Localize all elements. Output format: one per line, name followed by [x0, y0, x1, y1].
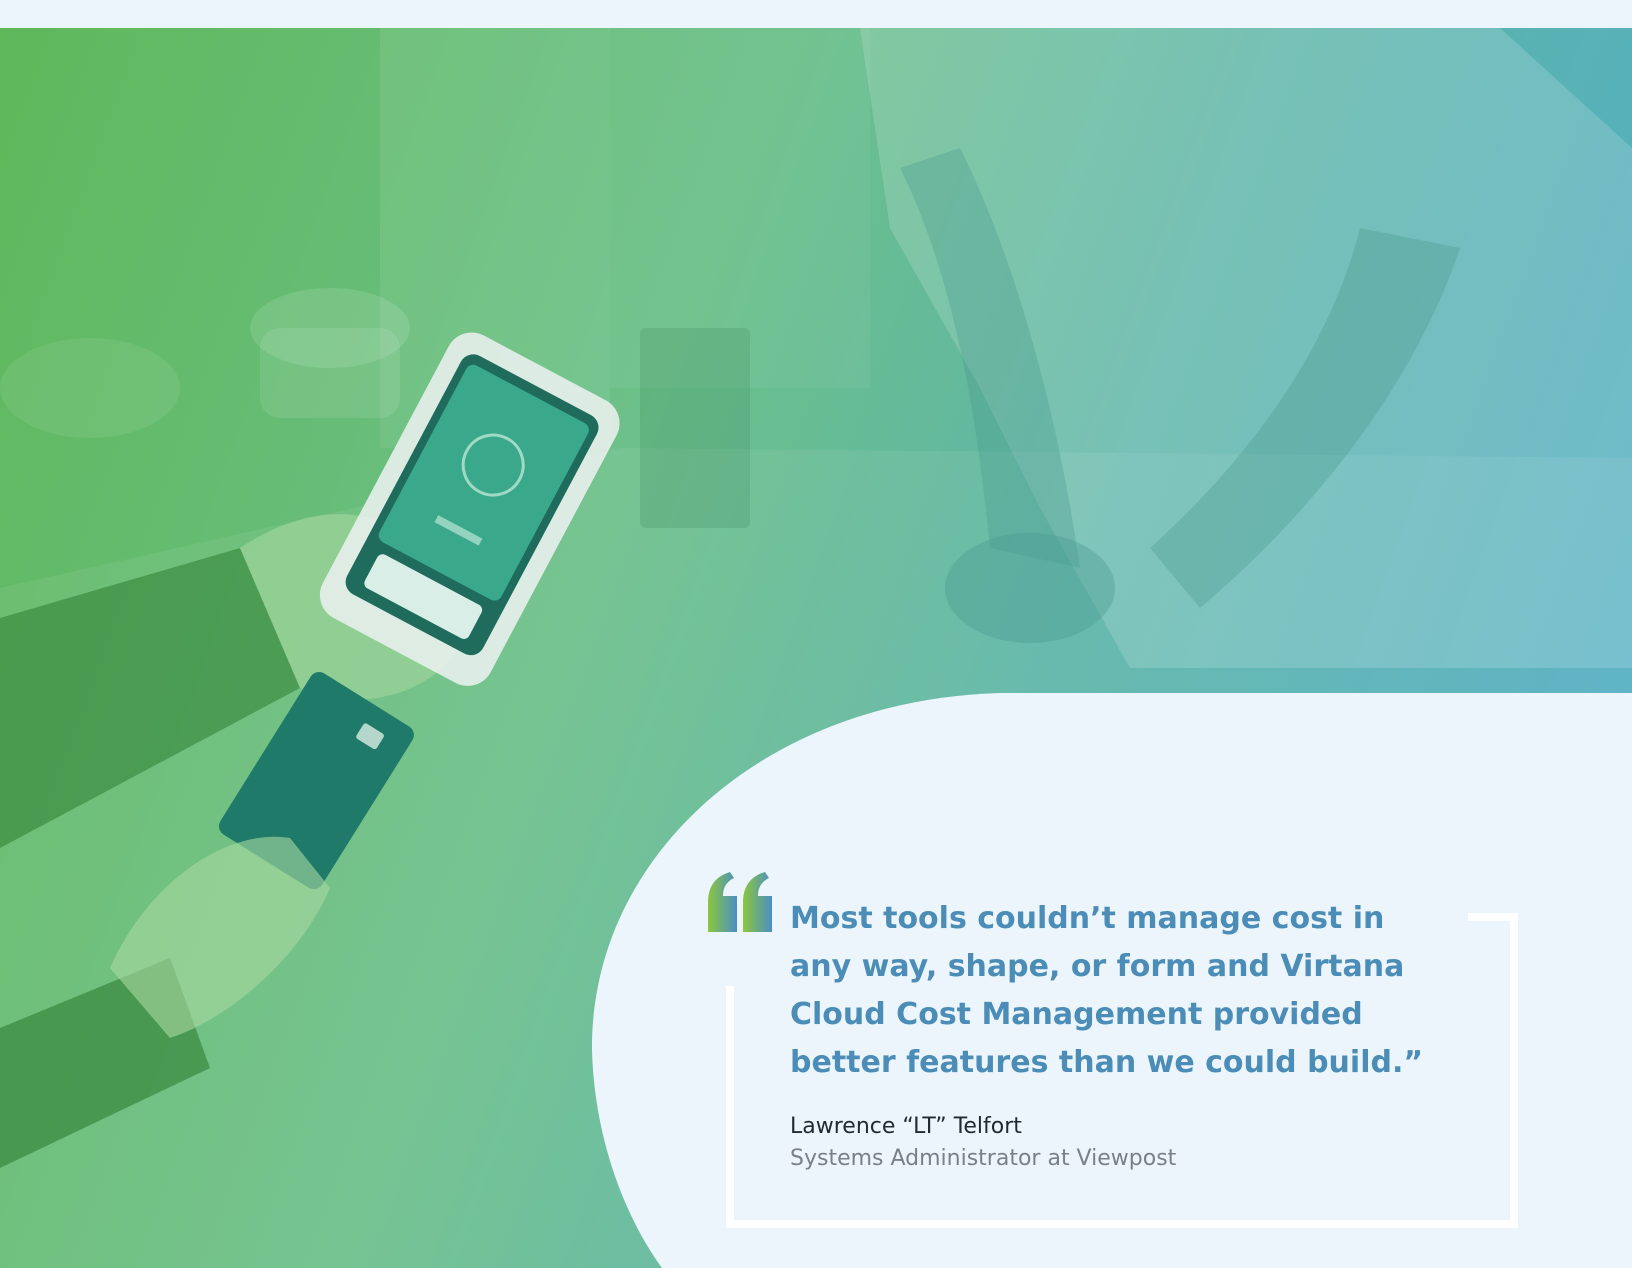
- testimonial-page: Most tools couldn’t manage cost in any w…: [0, 0, 1632, 1268]
- quote-frame-corner: [1468, 913, 1518, 921]
- author-name: Lawrence “LT” Telfort: [790, 1114, 1022, 1139]
- testimonial-quote: Most tools couldn’t manage cost in any w…: [790, 901, 1424, 1080]
- author-title: Systems Administrator at Viewpost: [790, 1146, 1177, 1171]
- quote-mark-icon: [708, 872, 772, 932]
